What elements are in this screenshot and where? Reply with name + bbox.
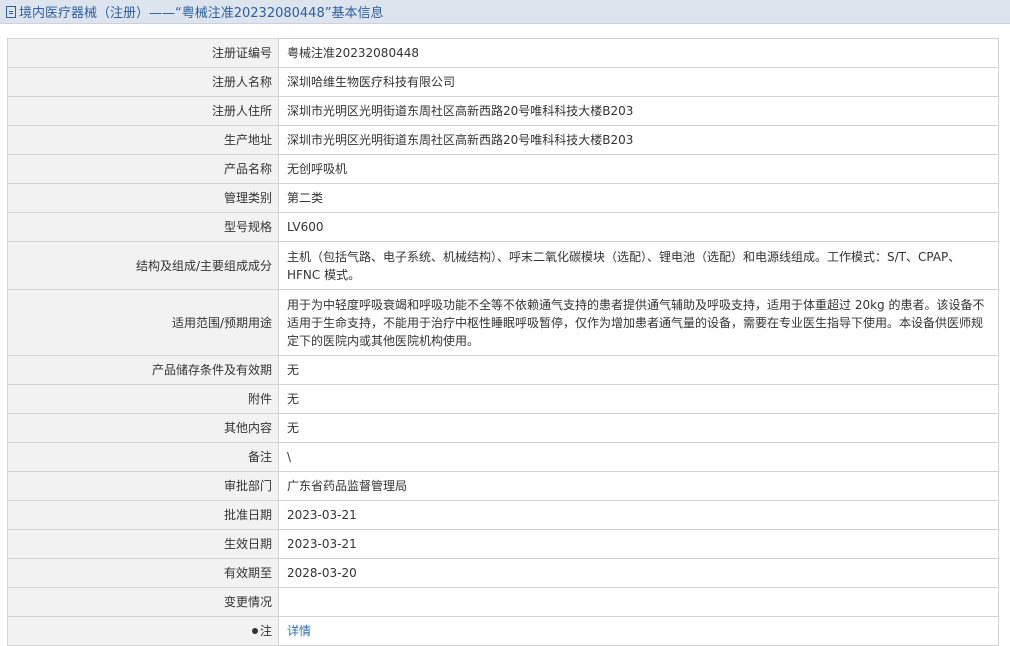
page-header: 境内医疗器械（注册）——“粤械注准20232080448”基本信息 — [0, 0, 1010, 24]
row-value: \ — [278, 442, 999, 472]
row-label: 生效日期 — [7, 529, 279, 559]
row-value: 无 — [278, 413, 999, 443]
row-value: 深圳哈维生物医疗科技有限公司 — [278, 67, 999, 97]
row-label: 生产地址 — [7, 125, 279, 155]
row-label: 审批部门 — [7, 471, 279, 501]
table-row: 生效日期 2023-03-21 — [7, 529, 999, 559]
table-row: 审批部门 广东省药品监督管理局 — [7, 471, 999, 501]
row-label: 注册人名称 — [7, 67, 279, 97]
row-value: 无 — [278, 355, 999, 385]
row-label: 变更情况 — [7, 587, 279, 617]
row-value: 无 — [278, 384, 999, 414]
table-row: 生产地址 深圳市光明区光明街道东周社区高新西路20号唯科科技大楼B203 — [7, 125, 999, 155]
table-row: 产品名称 无创呼吸机 — [7, 154, 999, 184]
table-row: 批准日期 2023-03-21 — [7, 500, 999, 530]
row-label: 备注 — [7, 442, 279, 472]
row-label: 产品名称 — [7, 154, 279, 184]
row-label: 产品储存条件及有效期 — [7, 355, 279, 385]
table-row: 有效期至 2028-03-20 — [7, 558, 999, 588]
info-table: 注册证编号 粤械注准20232080448 注册人名称 深圳哈维生物医疗科技有限… — [7, 38, 999, 646]
row-value: 2023-03-21 — [278, 529, 999, 559]
row-value: 深圳市光明区光明街道东周社区高新西路20号唯科科技大楼B203 — [278, 125, 999, 155]
note-row: 注 详情 — [7, 615, 999, 646]
row-value — [278, 587, 999, 617]
row-label: 管理类别 — [7, 183, 279, 213]
row-label: 注册证编号 — [7, 38, 279, 68]
table-row: 管理类别 第二类 — [7, 183, 999, 213]
table-row: 适用范围/预期用途 用于为中轻度呼吸衰竭和呼吸功能不全等不依赖通气支持的患者提供… — [7, 289, 999, 356]
note-value-cell: 详情 — [278, 615, 999, 646]
row-value: 2028-03-20 — [278, 558, 999, 588]
row-value: 广东省药品监督管理局 — [278, 471, 999, 501]
row-label: 注册人住所 — [7, 96, 279, 126]
table-row: 其他内容 无 — [7, 413, 999, 443]
row-value: 用于为中轻度呼吸衰竭和呼吸功能不全等不依赖通气支持的患者提供通气辅助及呼吸支持，… — [278, 289, 999, 356]
table-row: 注册证编号 粤械注准20232080448 — [7, 38, 999, 68]
row-value: 深圳市光明区光明街道东周社区高新西路20号唯科科技大楼B203 — [278, 96, 999, 126]
note-label-cell: 注 — [7, 615, 279, 646]
row-label: 型号规格 — [7, 212, 279, 242]
table-row: 注册人住所 深圳市光明区光明街道东周社区高新西路20号唯科科技大楼B203 — [7, 96, 999, 126]
row-value: 粤械注准20232080448 — [278, 38, 999, 68]
row-label: 批准日期 — [7, 500, 279, 530]
table-row: 注册人名称 深圳哈维生物医疗科技有限公司 — [7, 67, 999, 97]
row-value: 主机（包括气路、电子系统、机械结构）、呼末二氧化碳模块（选配）、锂电池（选配）和… — [278, 241, 999, 290]
table-row: 型号规格 LV600 — [7, 212, 999, 242]
table-row: 变更情况 — [7, 587, 999, 617]
table-row: 备注 \ — [7, 442, 999, 472]
table-row: 结构及组成/主要组成成分 主机（包括气路、电子系统、机械结构）、呼末二氧化碳模块… — [7, 241, 999, 290]
details-link[interactable]: 详情 — [287, 624, 311, 638]
document-icon — [6, 5, 16, 18]
row-label: 结构及组成/主要组成成分 — [7, 241, 279, 290]
row-value: LV600 — [278, 212, 999, 242]
row-value: 2023-03-21 — [278, 500, 999, 530]
pin-icon — [251, 627, 258, 634]
table-row: 附件 无 — [7, 384, 999, 414]
row-value: 无创呼吸机 — [278, 154, 999, 184]
table-row: 产品储存条件及有效期 无 — [7, 355, 999, 385]
row-label: 适用范围/预期用途 — [7, 289, 279, 356]
row-value: 第二类 — [278, 183, 999, 213]
row-label: 附件 — [7, 384, 279, 414]
page-title: 境内医疗器械（注册）——“粤械注准20232080448”基本信息 — [19, 6, 384, 21]
row-label: 其他内容 — [7, 413, 279, 443]
note-label: 注 — [259, 623, 272, 638]
row-label: 有效期至 — [7, 558, 279, 588]
